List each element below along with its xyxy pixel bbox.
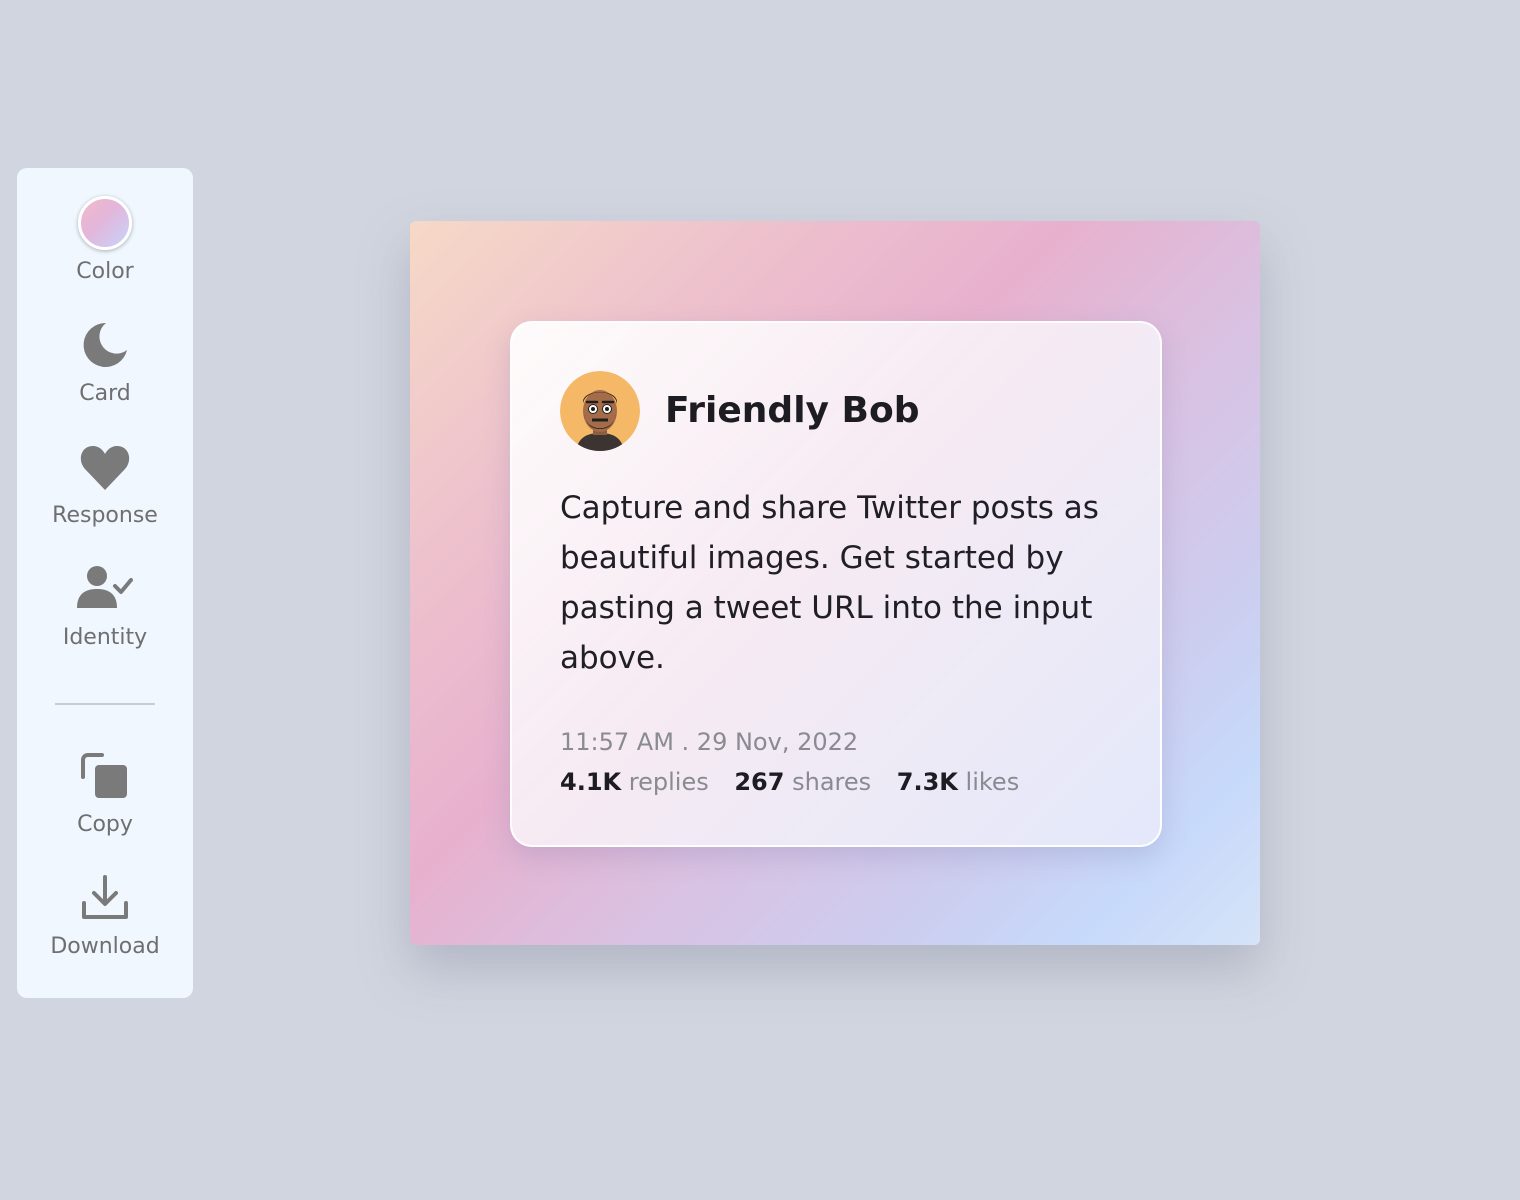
- download-label: Download: [50, 934, 160, 959]
- tweet-timestamp: 11:57 AM . 29 Nov, 2022: [560, 728, 859, 756]
- response-label: Response: [52, 503, 158, 528]
- likes-label: likes: [965, 768, 1020, 796]
- download-button[interactable]: Download: [17, 873, 193, 961]
- replies-label: replies: [628, 768, 709, 796]
- shares-label: shares: [792, 768, 872, 796]
- avatar-icon: [560, 371, 640, 451]
- avatar: [560, 371, 640, 451]
- likes-count: 7.3K: [896, 768, 958, 796]
- copy-button[interactable]: Copy: [17, 751, 193, 839]
- toolbar-divider: [55, 703, 155, 705]
- tweet-text: Capture and share Twitter posts as beaut…: [560, 490, 1099, 676]
- tweet-card: Friendly Bob Capture and share Twitter p…: [510, 321, 1162, 847]
- color-label: Color: [76, 259, 134, 284]
- likes-stat: 7.3K likes: [897, 768, 1019, 796]
- copy-icon: [81, 753, 127, 798]
- identity-button[interactable]: Identity: [17, 564, 193, 652]
- response-button[interactable]: Response: [17, 442, 193, 530]
- download-icon: [82, 875, 128, 919]
- author-name: Friendly Bob: [665, 390, 920, 431]
- toolbar: Color Card Response Identity Copy Downlo…: [17, 168, 193, 998]
- tweet-canvas: Friendly Bob Capture and share Twitter p…: [410, 221, 1260, 945]
- heart-icon: [80, 446, 130, 490]
- tweet-stats: 4.1K replies 267 shares 7.3K likes: [560, 765, 1037, 799]
- shares-count: 267: [734, 768, 785, 796]
- moon-icon: [83, 322, 127, 367]
- color-button[interactable]: Color: [17, 196, 193, 286]
- copy-label: Copy: [77, 812, 133, 837]
- replies-stat: 4.1K replies: [560, 768, 709, 796]
- user-check-icon: [77, 566, 133, 608]
- color-swatch-icon: [78, 196, 132, 250]
- card-button[interactable]: Card: [17, 320, 193, 408]
- identity-label: Identity: [62, 625, 148, 650]
- shares-stat: 267 shares: [734, 768, 871, 796]
- replies-count: 4.1K: [560, 768, 622, 796]
- card-label: Card: [79, 381, 131, 406]
